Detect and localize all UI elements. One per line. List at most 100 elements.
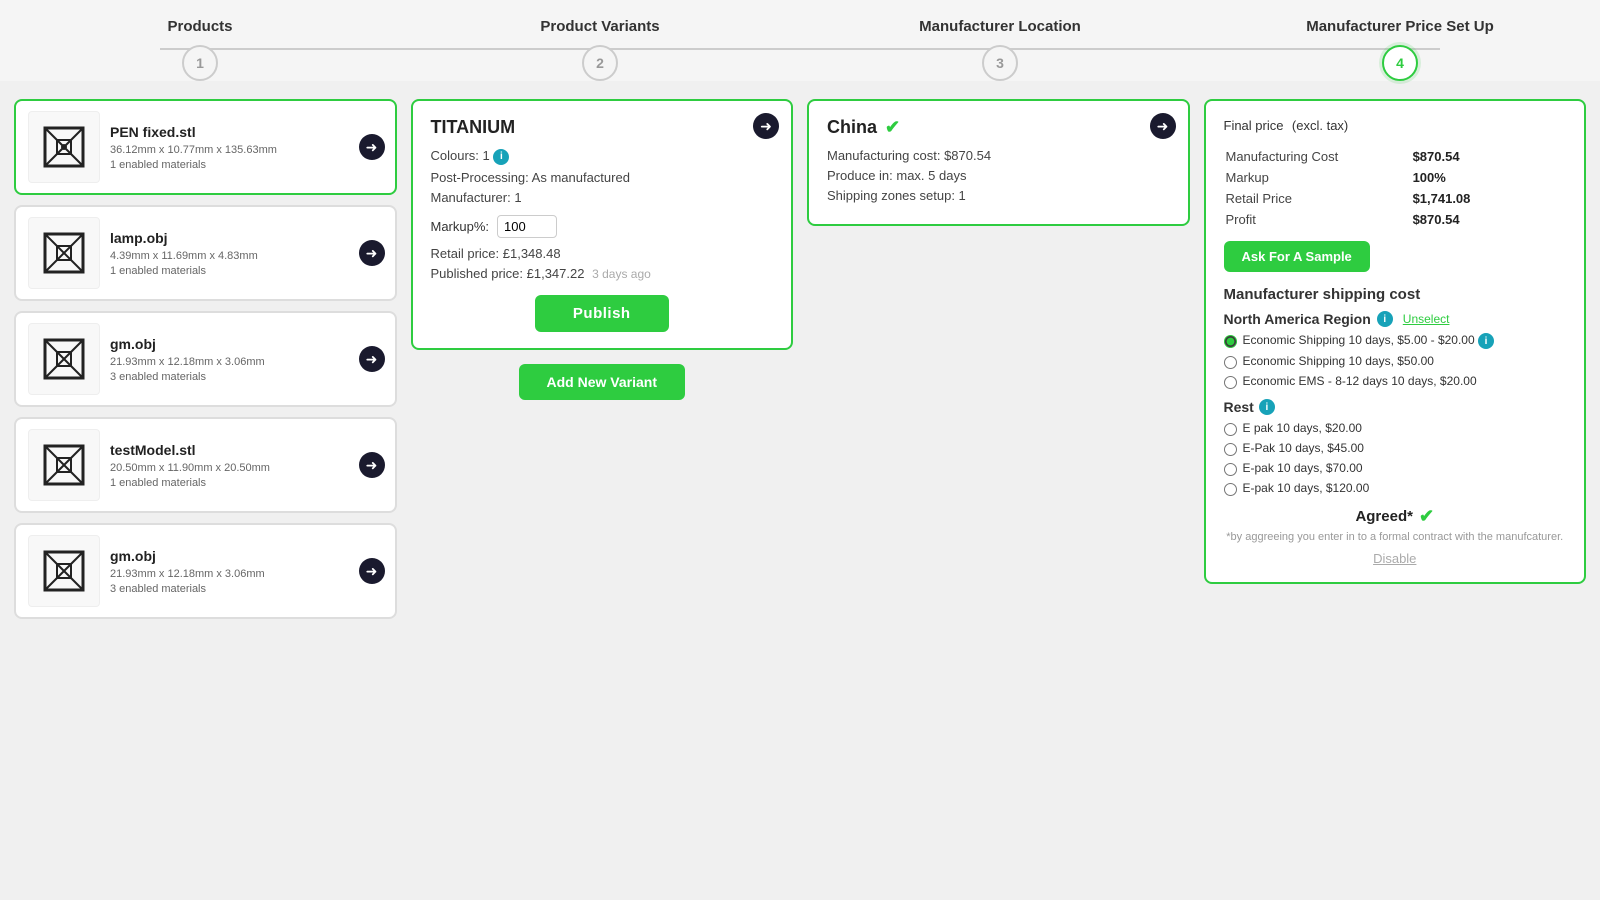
location-arrow-btn[interactable]: ➜ bbox=[1150, 113, 1176, 139]
variant-mfg-label: Manufacturer: bbox=[431, 190, 515, 205]
na-shipping-option-1[interactable]: Economic Shipping 10 days, $50.00 bbox=[1224, 354, 1567, 369]
product-materials-1: 1 enabled materials bbox=[110, 265, 383, 277]
agreed-row: Agreed* ✔ bbox=[1224, 506, 1567, 527]
na-radio-0[interactable] bbox=[1224, 335, 1237, 348]
variant-retail-value: £1,348.48 bbox=[503, 246, 561, 261]
variant-post-processing-row: Post-Processing: As manufactured bbox=[431, 170, 774, 185]
rest-shipping-option-1[interactable]: E-Pak 10 days, $45.00 bbox=[1224, 441, 1567, 456]
na-shipping-option-2[interactable]: Economic EMS - 8-12 days 10 days, $20.00 bbox=[1224, 374, 1567, 389]
price-mfg-value: $870.54 bbox=[1413, 147, 1564, 166]
location-card: ➜ China ✔ Manufacturing cost: $870.54 Pr… bbox=[807, 99, 1190, 226]
price-row-profit: Profit $870.54 bbox=[1226, 210, 1565, 229]
na-option-info-0[interactable]: i bbox=[1478, 333, 1494, 349]
product-dims-3: 20.50mm x 11.90mm x 20.50mm bbox=[110, 462, 383, 474]
north-america-info-icon[interactable]: i bbox=[1377, 311, 1393, 327]
location-check-icon: ✔ bbox=[885, 117, 900, 138]
variant-markup-input[interactable] bbox=[497, 215, 557, 238]
product-card-0[interactable]: PEN fixed.stl 36.12mm x 10.77mm x 135.63… bbox=[14, 99, 397, 195]
variant-published-label: Published price: bbox=[431, 266, 527, 281]
agreed-label: Agreed* bbox=[1355, 508, 1413, 525]
product-card-1[interactable]: lamp.obj 4.39mm x 11.69mm x 4.83mm 1 ena… bbox=[14, 205, 397, 301]
na-radio-1[interactable] bbox=[1224, 356, 1237, 369]
product-thumb-3 bbox=[28, 429, 100, 501]
colours-info-icon[interactable]: i bbox=[493, 149, 509, 165]
rest-title: Rest i bbox=[1224, 399, 1567, 415]
stepper-item-products[interactable]: Products 1 bbox=[0, 18, 400, 81]
product-dims-0: 36.12mm x 10.77mm x 135.63mm bbox=[110, 144, 383, 156]
price-title-text: Final price bbox=[1224, 118, 1284, 133]
rest-info-icon[interactable]: i bbox=[1259, 399, 1275, 415]
variant-published-row: Published price: £1,347.22 3 days ago bbox=[431, 266, 774, 281]
product-name-0: PEN fixed.stl bbox=[110, 124, 383, 140]
rest-label: Rest bbox=[1224, 399, 1254, 415]
agreed-note: *by aggreeing you enter in to a formal c… bbox=[1224, 531, 1567, 543]
add-variant-button[interactable]: Add New Variant bbox=[519, 364, 685, 400]
product-list: PEN fixed.stl 36.12mm x 10.77mm x 135.63… bbox=[14, 99, 397, 619]
rest-option-label-3: E-pak 10 days, $120.00 bbox=[1243, 481, 1370, 495]
variants-column: ➜ TITANIUM Colours: 1 i Post-Processing:… bbox=[411, 99, 794, 400]
rest-option-label-0: E pak 10 days, $20.00 bbox=[1243, 421, 1362, 435]
product-arrow-2[interactable]: ➜ bbox=[359, 346, 385, 372]
rest-option-label-2: E-pak 10 days, $70.00 bbox=[1243, 461, 1363, 475]
location-produce: Produce in: max. 5 days bbox=[827, 168, 1170, 183]
variant-card: ➜ TITANIUM Colours: 1 i Post-Processing:… bbox=[411, 99, 794, 350]
rest-radio-2[interactable] bbox=[1224, 463, 1237, 476]
product-info-2: gm.obj 21.93mm x 12.18mm x 3.06mm 3 enab… bbox=[110, 336, 383, 383]
product-materials-3: 1 enabled materials bbox=[110, 477, 383, 489]
price-column: Final price (excl. tax) Manufacturing Co… bbox=[1204, 99, 1587, 584]
rest-shipping-option-2[interactable]: E-pak 10 days, $70.00 bbox=[1224, 461, 1567, 476]
publish-button[interactable]: Publish bbox=[535, 295, 669, 332]
variant-colours-value: 1 bbox=[483, 148, 490, 163]
variant-mfg-value: 1 bbox=[514, 190, 521, 205]
na-option-label-2: Economic EMS - 8-12 days 10 days, $20.00 bbox=[1243, 374, 1477, 388]
variant-retail-row: Retail price: £1,348.48 bbox=[431, 246, 774, 261]
variant-pp-label: Post-Processing: bbox=[431, 170, 532, 185]
stepper-item-location[interactable]: Manufacturer Location 3 bbox=[800, 18, 1200, 81]
location-mfg-cost-value: $870.54 bbox=[944, 148, 991, 163]
variant-pp-value: As manufactured bbox=[532, 170, 630, 185]
rest-radio-1[interactable] bbox=[1224, 443, 1237, 456]
na-radio-2[interactable] bbox=[1224, 376, 1237, 389]
variant-colours-row: Colours: 1 i bbox=[431, 148, 774, 165]
na-shipping-option-0[interactable]: Economic Shipping 10 days, $5.00 - $20.0… bbox=[1224, 333, 1567, 349]
location-produce-label: Produce in: bbox=[827, 168, 896, 183]
na-option-label-0: Economic Shipping 10 days, $5.00 - $20.0… bbox=[1243, 333, 1495, 349]
variant-manufacturer-row: Manufacturer: 1 bbox=[431, 190, 774, 205]
product-card-2[interactable]: gm.obj 21.93mm x 12.18mm x 3.06mm 3 enab… bbox=[14, 311, 397, 407]
stepper-item-variants[interactable]: Product Variants 2 bbox=[400, 18, 800, 81]
rest-option-label-1: E-Pak 10 days, $45.00 bbox=[1243, 441, 1364, 455]
product-arrow-3[interactable]: ➜ bbox=[359, 452, 385, 478]
product-info-4: gm.obj 21.93mm x 12.18mm x 3.06mm 3 enab… bbox=[110, 548, 383, 595]
main-content: PEN fixed.stl 36.12mm x 10.77mm x 135.63… bbox=[0, 81, 1600, 637]
product-arrow-0[interactable]: ➜ bbox=[359, 134, 385, 160]
product-info-3: testModel.stl 20.50mm x 11.90mm x 20.50m… bbox=[110, 442, 383, 489]
variant-days-ago: 3 days ago bbox=[592, 267, 651, 281]
product-card-4[interactable]: gm.obj 21.93mm x 12.18mm x 3.06mm 3 enab… bbox=[14, 523, 397, 619]
rest-radio-3[interactable] bbox=[1224, 483, 1237, 496]
stepper-circle-1: 1 bbox=[182, 45, 218, 81]
ask-sample-button[interactable]: Ask For A Sample bbox=[1224, 241, 1370, 272]
stepper-circle-4: 4 bbox=[1382, 45, 1418, 81]
rest-radio-0[interactable] bbox=[1224, 423, 1237, 436]
location-shipping-label: Shipping zones setup: bbox=[827, 188, 959, 203]
location-mfg-cost-label: Manufacturing cost: bbox=[827, 148, 944, 163]
stepper-item-price[interactable]: Manufacturer Price Set Up 4 bbox=[1200, 18, 1600, 81]
product-dims-2: 21.93mm x 12.18mm x 3.06mm bbox=[110, 356, 383, 368]
product-thumb-4 bbox=[28, 535, 100, 607]
rest-shipping-options: E pak 10 days, $20.00 E-Pak 10 days, $45… bbox=[1224, 421, 1567, 496]
agreed-check-icon: ✔ bbox=[1419, 506, 1434, 527]
price-title-suffix: (excl. tax) bbox=[1292, 118, 1348, 133]
product-arrow-1[interactable]: ➜ bbox=[359, 240, 385, 266]
disable-link[interactable]: Disable bbox=[1224, 551, 1567, 566]
unselect-link[interactable]: Unselect bbox=[1403, 312, 1450, 326]
rest-shipping-option-0[interactable]: E pak 10 days, $20.00 bbox=[1224, 421, 1567, 436]
product-card-3[interactable]: testModel.stl 20.50mm x 11.90mm x 20.50m… bbox=[14, 417, 397, 513]
variant-colours-label: Colours: bbox=[431, 148, 483, 163]
product-info-1: lamp.obj 4.39mm x 11.69mm x 4.83mm 1 ena… bbox=[110, 230, 383, 277]
variant-arrow-btn[interactable]: ➜ bbox=[753, 113, 779, 139]
product-arrow-4[interactable]: ➜ bbox=[359, 558, 385, 584]
rest-shipping-option-3[interactable]: E-pak 10 days, $120.00 bbox=[1224, 481, 1567, 496]
north-america-label: North America Region bbox=[1224, 311, 1371, 327]
price-markup-label: Markup bbox=[1226, 168, 1411, 187]
product-dims-1: 4.39mm x 11.69mm x 4.83mm bbox=[110, 250, 383, 262]
